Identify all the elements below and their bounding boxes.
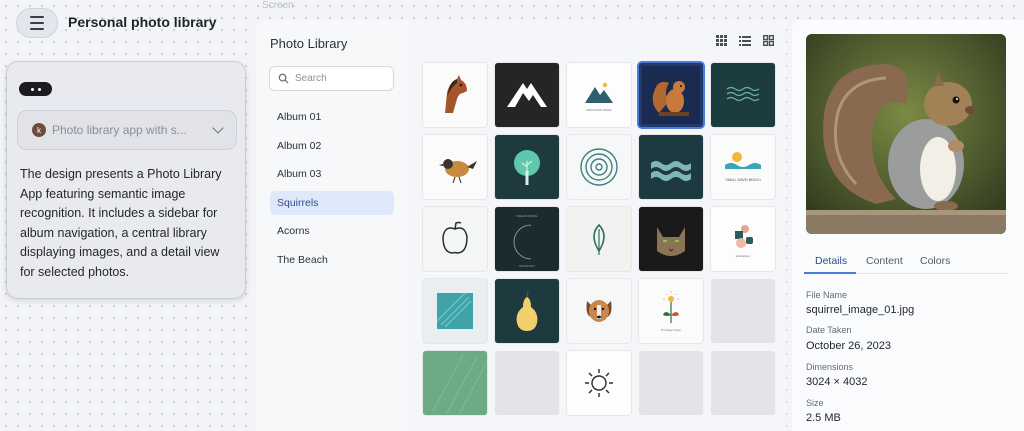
thumbnail-bird[interactable] — [423, 135, 487, 199]
svg-text:DREAM MORE: DREAM MORE — [517, 214, 538, 218]
mountain-dark-icon — [495, 63, 559, 127]
prompt-select[interactable]: k Photo library app with s... — [17, 110, 237, 150]
squirrel-photo — [639, 63, 703, 127]
thumbnail-horse[interactable] — [423, 63, 487, 127]
tree-icon — [495, 135, 559, 199]
view-toggle — [716, 35, 774, 46]
search-placeholder: Search — [295, 73, 327, 84]
detail-panel: Details Content Colors File Name squirre… — [792, 20, 1024, 431]
thumbnail-waves-teal[interactable] — [639, 135, 703, 199]
selected-photo — [806, 34, 1006, 234]
sidebar-item-acorns[interactable]: Acorns — [270, 219, 394, 243]
dog-icon — [567, 279, 631, 343]
sidebar-title: Photo Library — [270, 36, 348, 51]
bird-icon — [423, 135, 487, 199]
search-icon — [278, 73, 289, 84]
thumbnail-leaf[interactable] — [567, 207, 631, 271]
thumbnail-pear[interactable] — [495, 279, 559, 343]
thumbnail-green-texture[interactable] — [423, 351, 487, 415]
moon-arc-icon: DREAM MORE MOONLIGHT — [495, 207, 559, 271]
waves-dark-icon — [711, 63, 775, 127]
menu-button[interactable] — [16, 8, 58, 38]
thumbnail-abstract[interactable]: abstraction — [711, 207, 775, 271]
search-input[interactable]: Search — [269, 66, 394, 91]
sidebar-item-the-beach[interactable]: The Beach — [270, 248, 394, 272]
list-view-icon[interactable] — [739, 35, 751, 46]
tab-content[interactable]: Content — [866, 255, 903, 267]
abstract-shapes-icon: abstraction — [711, 207, 775, 271]
svg-text:SMALL WAVE/ BEACH: SMALL WAVE/ BEACH — [725, 178, 761, 182]
leaf-icon — [567, 207, 631, 271]
svg-text:The Daisy Flower: The Daisy Flower — [661, 328, 681, 332]
svg-text:abstraction: abstraction — [736, 254, 751, 258]
green-texture — [423, 351, 487, 415]
thumbnail-placeholder[interactable] — [711, 279, 775, 343]
active-tab-indicator — [804, 272, 856, 274]
thumbnail-placeholder[interactable] — [495, 351, 559, 415]
sidebar-item-squirrels[interactable]: Squirrels — [270, 191, 394, 215]
thumbnail-placeholder[interactable] — [711, 351, 775, 415]
file-name-value: squirrel_image_01.jpg — [806, 304, 915, 316]
cat-photo — [639, 207, 703, 271]
thumbnail-squirrel[interactable] — [639, 63, 703, 127]
tab-colors[interactable]: Colors — [920, 255, 950, 267]
chevron-down-icon — [212, 122, 224, 134]
thumbnail-placeholder[interactable] — [639, 351, 703, 415]
date-taken-value: October 26, 2023 — [806, 340, 892, 352]
prompt-description: The design presents a Photo Library App … — [20, 167, 222, 279]
sidebar-item-album-03[interactable]: Album 03 — [270, 162, 394, 186]
thumbnail-spiral[interactable] — [567, 135, 631, 199]
squirrel-photo — [806, 34, 1006, 234]
avatar: k — [32, 123, 46, 137]
thumbnail-waves-dark[interactable] — [711, 63, 775, 127]
beach-logo-icon: SMALL WAVE/ BEACH — [711, 135, 775, 199]
thumbnail-apple[interactable] — [423, 207, 487, 271]
sidebar-item-album-01[interactable]: Album 01 — [270, 105, 394, 129]
thumbnail-mountain-logo[interactable]: MOUNTAIN WAVE — [567, 63, 631, 127]
prompt-text: Photo library app with s... — [52, 123, 187, 137]
thumbnail-mountain-dark[interactable] — [495, 63, 559, 127]
dimensions-label: Dimensions — [806, 362, 854, 372]
horse-icon — [423, 63, 487, 127]
teal-texture — [423, 279, 487, 343]
thumbnail-beach-logo[interactable]: SMALL WAVE/ BEACH — [711, 135, 775, 199]
mountain-logo-icon: MOUNTAIN WAVE — [567, 63, 631, 127]
app-title: Personal photo library — [68, 14, 217, 30]
svg-text:MOONLIGHT: MOONLIGHT — [519, 264, 535, 268]
library-grid: MOUNTAIN WAVE SMALL WAVE/ BEACH DREAM MO… — [408, 20, 786, 431]
tab-details[interactable]: Details — [815, 255, 847, 267]
sidebar-item-album-02[interactable]: Album 02 — [270, 134, 394, 158]
spiral-icon — [567, 135, 631, 199]
pear-icon — [495, 279, 559, 343]
date-taken-label: Date Taken — [806, 325, 852, 335]
thumbnail-teal-texture[interactable] — [423, 279, 487, 343]
sidebar: Photo Library Search Album 01 Album 02 A… — [256, 20, 408, 431]
size-label: Size — [806, 398, 824, 408]
apple-icon — [423, 207, 487, 271]
grid-small-icon[interactable] — [716, 35, 727, 46]
thumbnail-sun[interactable] — [567, 351, 631, 415]
thumbnail-moon-arc[interactable]: DREAM MORE MOONLIGHT — [495, 207, 559, 271]
dimensions-value: 3024 × 4032 — [806, 376, 868, 388]
svg-text:MOUNTAIN WAVE: MOUNTAIN WAVE — [586, 108, 611, 112]
flower-icon: The Daisy Flower — [639, 279, 703, 343]
sun-icon — [567, 351, 631, 415]
thumbnail-cat[interactable] — [639, 207, 703, 271]
more-options-icon[interactable] — [19, 82, 52, 96]
grid-large-icon[interactable] — [763, 35, 774, 46]
detail-tabs: Details Content Colors — [804, 252, 1008, 274]
waves-teal-icon — [639, 135, 703, 199]
prompt-card: k Photo library app with s... The design… — [6, 61, 246, 299]
thumbnail-tree[interactable] — [495, 135, 559, 199]
thumbnail-dog[interactable] — [567, 279, 631, 343]
screen-label: Screen — [262, 0, 294, 11]
file-name-label: File Name — [806, 290, 848, 300]
thumbnail-flower[interactable]: The Daisy Flower — [639, 279, 703, 343]
size-value: 2.5 MB — [806, 412, 841, 424]
hamburger-menu-icon — [30, 14, 44, 32]
